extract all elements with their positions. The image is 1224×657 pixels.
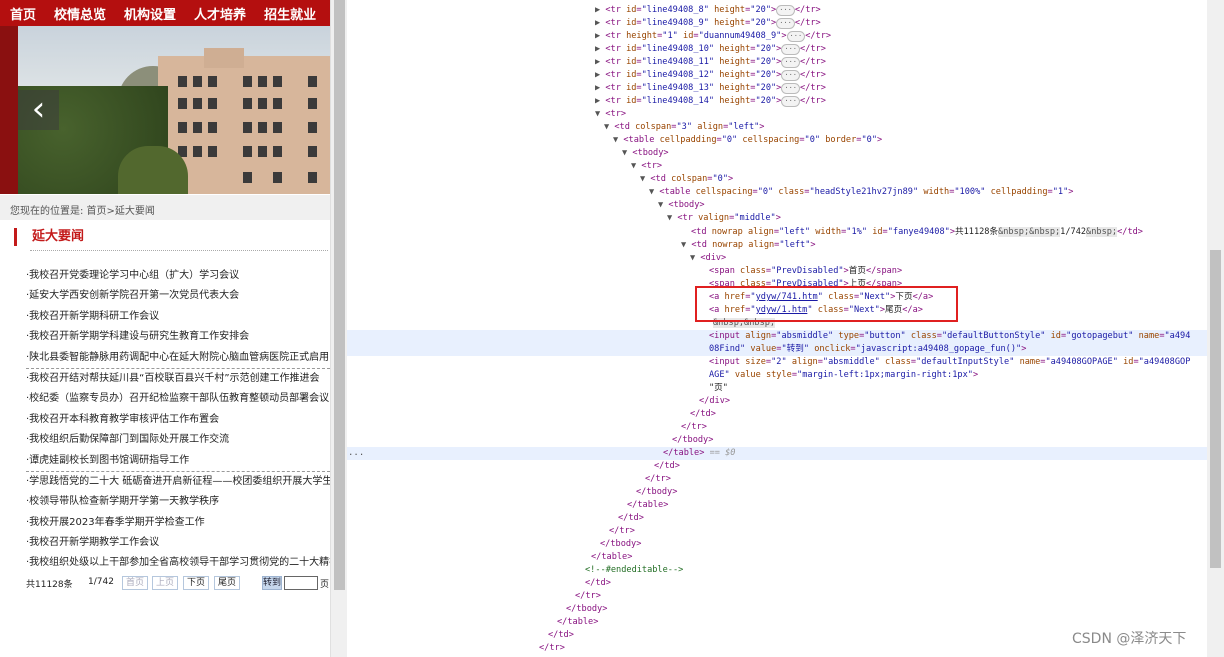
next-page-button[interactable]: 下页 (183, 576, 209, 590)
banner-edge (0, 26, 18, 194)
devtools-elements-panel: ▶ <tr id="line49408_8" height="20"> ··· </… (347, 0, 1207, 657)
news-item[interactable]: ·我校开展2023年春季学期开学检查工作 (26, 513, 330, 533)
dom-node[interactable]: ▼ <div> (347, 252, 1207, 265)
dom-node[interactable]: </table> (347, 551, 1207, 564)
news-item[interactable]: ·我校召开新学期教学工作会议 (26, 533, 330, 553)
page-number-input[interactable] (284, 576, 318, 590)
dom-node[interactable]: ▼ <tr> (347, 108, 1207, 121)
dom-node[interactable]: ▶ <tr id="line49408_13" height="20"> ··· <… (347, 82, 1207, 95)
section-title: 延大要闻 (14, 228, 84, 246)
title-divider (30, 250, 328, 251)
breadcrumb: 您现在的位置是: 首页>延大要闻 (0, 195, 330, 220)
news-item[interactable]: ·我校召开新学期学科建设与研究生教育工作安排会 (26, 327, 330, 347)
nav-item-home[interactable]: 首页 (10, 4, 36, 23)
dom-node[interactable]: </div> (347, 395, 1207, 408)
dom-node[interactable]: </tr> (347, 473, 1207, 486)
dom-node[interactable]: ▼ <tr> (347, 160, 1207, 173)
dom-node-selected[interactable]: </table> == $0 (347, 447, 1207, 460)
watermark: CSDN @泽济天下 (1072, 631, 1187, 647)
dom-node[interactable]: ▼ <td nowrap align="left"> (347, 239, 1207, 252)
dom-node[interactable]: </tbody> (347, 434, 1207, 447)
pagination: 共11128条 1/742 首页 上页 下页 尾页 转到 页 (26, 576, 330, 592)
dom-node[interactable]: <!--#endeditable--> (347, 564, 1207, 577)
dom-node[interactable]: <input align="absmiddle" type="button" c… (347, 330, 1207, 356)
news-item[interactable]: ·谭虎娃副校长到图书馆调研指导工作 (26, 451, 330, 471)
prev-page-button[interactable]: 上页 (152, 576, 178, 590)
nav-item-talent[interactable]: 人才培养 (194, 4, 246, 23)
news-item[interactable]: ·校纪委（监察专员办）召开纪检监察干部队伍教育整顿动员部署会议 (26, 389, 330, 409)
dom-node[interactable]: </tbody> (347, 486, 1207, 499)
dom-node[interactable]: ▼ <td colspan="3" align="left"> (347, 121, 1207, 134)
dom-node[interactable]: ▶ <tr id="line49408_9" height="20"> ··· </… (347, 17, 1207, 30)
pager-total: 共11128条 (26, 580, 73, 590)
page-suffix: 页 (320, 580, 330, 590)
devtools-scrollbar-thumb[interactable] (1210, 250, 1221, 568)
dom-node[interactable]: <span class="PrevDisabled">上页</span> (347, 278, 1207, 291)
news-item[interactable]: ·校领导带队检查新学期开学第一天教学秩序 (26, 492, 330, 512)
pager-page-indicator: 1/742 (88, 577, 114, 587)
dom-node[interactable]: <input size="2" align="absmiddle" class=… (347, 356, 1207, 382)
news-item[interactable]: ·我校组织后勤保障部门到国际处开展工作交流 (26, 430, 330, 450)
dom-node[interactable]: </td> (347, 577, 1207, 590)
dom-node[interactable]: &nbsp;&nbsp; (347, 317, 1207, 330)
dom-node[interactable]: </tr> (347, 590, 1207, 603)
first-page-button[interactable]: 首页 (122, 576, 148, 590)
dom-node[interactable]: ▶ <tr id="line49408_8" height="20"> ··· </… (347, 4, 1207, 17)
dom-node[interactable]: ▼ <tbody> (347, 147, 1207, 160)
news-list: ·我校召开党委理论学习中心组（扩大）学习会议 ·延安大学西安创新学院召开第一次党… (26, 266, 330, 574)
dom-node[interactable]: ▶ <tr id="line49408_14" height="20"> ··· <… (347, 95, 1207, 108)
nav-item-organization[interactable]: 机构设置 (124, 4, 176, 23)
banner-prev-arrow-icon[interactable]: ‹ (18, 90, 59, 130)
dom-node[interactable]: "页" (347, 382, 1207, 395)
go-to-page-button[interactable]: 转到 (262, 576, 282, 590)
dom-node[interactable]: </tr> (347, 525, 1207, 538)
campus-banner-image (18, 26, 330, 194)
web-page: 首页 校情总览 机构设置 人才培养 招生就业 科 ‹ 您现在的位置是: 首页>延… (0, 0, 330, 657)
dom-node[interactable]: ▶ <tr id="line49408_12" height="20"> ··· <… (347, 69, 1207, 82)
dom-node[interactable]: </tr> (347, 421, 1207, 434)
dom-node[interactable]: ▼ <tr valign="middle"> (347, 212, 1207, 225)
dom-node[interactable]: ▼ <td colspan="0"> (347, 173, 1207, 186)
gutter-ellipsis[interactable]: ... (348, 448, 364, 458)
dom-node[interactable]: ▶ <tr id="line49408_10" height="20"> ··· <… (347, 43, 1207, 56)
dom-node[interactable]: </tbody> (347, 603, 1207, 616)
dom-node[interactable]: <span class="PrevDisabled">首页</span> (347, 265, 1207, 278)
dom-node[interactable]: </td> (347, 512, 1207, 525)
dom-node-last-link[interactable]: <a href="ydyw/1.htm" class="Next">尾页</a> (347, 304, 1207, 317)
dom-node[interactable]: ▶ <tr height="1" id="duannum49408_9"> ···… (347, 30, 1207, 43)
dom-node[interactable]: ▶ <tr id="line49408_11" height="20"> ··· <… (347, 56, 1207, 69)
news-item[interactable]: ·我校召开结对帮扶延川县“百校联百县兴千村”示范创建工作推进会 (26, 369, 330, 389)
news-item[interactable]: ·我校召开党委理论学习中心组（扩大）学习会议 (26, 266, 330, 286)
dom-node-next-link[interactable]: <a href="ydyw/741.htm" class="Next">下页</… (347, 291, 1207, 304)
nav-item-overview[interactable]: 校情总览 (54, 4, 106, 23)
page-scrollbar[interactable] (330, 0, 347, 657)
devtools-scrollbar[interactable] (1207, 0, 1224, 657)
dom-node[interactable]: </tbody> (347, 538, 1207, 551)
page-scrollbar-thumb[interactable] (334, 0, 345, 590)
last-page-button[interactable]: 尾页 (214, 576, 240, 590)
dom-node[interactable]: </td> (347, 460, 1207, 473)
dom-node[interactable]: </td> (347, 408, 1207, 421)
news-item[interactable]: ·我校召开新学期科研工作会议 (26, 307, 330, 327)
news-item[interactable]: ·我校组织处级以上干部参加全省高校领导干部学习贯彻党的二十大精神 (26, 553, 330, 573)
dom-node[interactable]: <td nowrap align="left" width="1%" id="f… (347, 226, 1207, 239)
news-item[interactable]: ·我校召开本科教育教学审核评估工作布置会 (26, 410, 330, 430)
dom-node[interactable]: </table> (347, 499, 1207, 512)
dom-node[interactable]: ▼ <table cellspacing="0" class="headStyl… (347, 186, 1207, 199)
dom-node[interactable]: ▼ <tbody> (347, 199, 1207, 212)
dom-node[interactable]: ▼ <table cellpadding="0" cellspacing="0"… (347, 134, 1207, 147)
news-item[interactable]: ·延安大学西安创新学院召开第一次党员代表大会 (26, 286, 330, 306)
news-item[interactable]: ·学思践悟党的二十大 砥砺奋进开启新征程——校团委组织开展大学生寒 (26, 472, 330, 492)
news-item[interactable]: ·陕北县委智能静脉用药调配中心在延大附院心脑血管病医院正式启用 (26, 348, 330, 368)
top-nav: 首页 校情总览 机构设置 人才培养 招生就业 科 (0, 0, 330, 26)
nav-item-admission[interactable]: 招生就业 (264, 4, 316, 23)
